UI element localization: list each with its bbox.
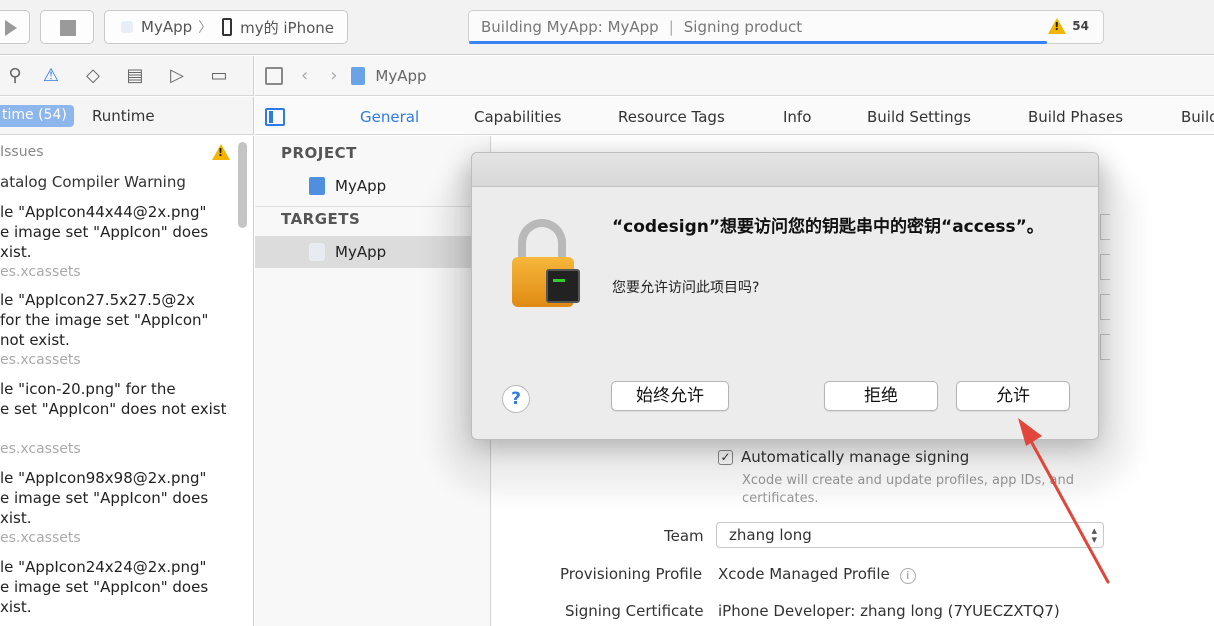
allow-button[interactable]: 允许 bbox=[956, 381, 1070, 411]
breakpoint-navigator-icon[interactable]: ▷ bbox=[156, 65, 198, 86]
build-progress-bar bbox=[469, 41, 1047, 44]
xcodeproj-icon bbox=[309, 177, 325, 195]
issues-header: Issues bbox=[0, 144, 44, 160]
issue-navigator-icon[interactable]: ⚠ bbox=[30, 65, 72, 86]
issue-list: Issues atalog Compiler Warning le "AppIc… bbox=[0, 136, 254, 626]
issue-filter-tabs: time (54) Runtime bbox=[0, 97, 254, 135]
keychain-lock-icon bbox=[512, 217, 582, 307]
scheme-app-name: MyApp bbox=[141, 18, 193, 36]
search-icon[interactable]: ⚲ bbox=[0, 65, 30, 86]
cert-label: Signing Certificate bbox=[565, 602, 704, 620]
play-icon bbox=[5, 20, 17, 36]
project-section-label: PROJECT bbox=[281, 144, 357, 162]
tab-build-phases[interactable]: Build Phases bbox=[1028, 108, 1123, 126]
scheme-device-name: my的 iPhone bbox=[240, 18, 335, 37]
warning-icon bbox=[212, 144, 230, 160]
tab-info[interactable]: Info bbox=[783, 108, 811, 126]
app-target-icon bbox=[309, 243, 325, 261]
always-allow-button[interactable]: 始终允许 bbox=[611, 381, 729, 411]
scheme-selector[interactable]: MyApp 〉 my的 iPhone bbox=[104, 10, 348, 44]
app-icon bbox=[121, 21, 133, 33]
issue-list-scrollbar[interactable] bbox=[238, 142, 247, 228]
dialog-titlebar bbox=[472, 153, 1098, 187]
list-item[interactable]: le "icon-20.png" for the e set "AppIcon" … bbox=[0, 379, 232, 459]
related-items-icon[interactable] bbox=[265, 66, 283, 85]
breadcrumb[interactable]: MyApp bbox=[375, 67, 426, 85]
team-label: Team bbox=[664, 527, 704, 545]
project-file-icon bbox=[351, 66, 366, 85]
report-navigator-icon[interactable]: ▭ bbox=[198, 65, 240, 86]
activity-status: Building MyApp: MyApp | Signing product bbox=[481, 18, 803, 36]
tab-resource-tags[interactable]: Resource Tags bbox=[618, 108, 725, 126]
help-button[interactable]: ? bbox=[502, 385, 530, 413]
issue-category[interactable]: atalog Compiler Warning bbox=[0, 173, 186, 191]
sidebar-toggle-icon[interactable] bbox=[265, 108, 285, 126]
tab-build-rules[interactable]: Build bbox=[1181, 108, 1214, 126]
list-item[interactable]: le "AppIcon44x44@2x.png" e image set "App… bbox=[0, 202, 232, 282]
dialog-message: 您要允许访问此项目吗? bbox=[612, 280, 760, 296]
forward-arrow-icon[interactable]: › bbox=[330, 65, 337, 86]
activity-view: Building MyApp: MyApp|Signing product 54 bbox=[468, 10, 1104, 44]
cert-value: iPhone Developer: zhang long (7YUECZXTQ7… bbox=[718, 602, 1060, 620]
tab-runtime[interactable]: Runtime bbox=[92, 107, 155, 125]
targets-section-label: TARGETS bbox=[281, 210, 361, 228]
tab-buildtime[interactable]: time (54) bbox=[0, 105, 74, 127]
list-item[interactable]: le "AppIcon98x98@2x.png" e image set "App… bbox=[0, 468, 232, 548]
test-navigator-icon[interactable]: ◇ bbox=[72, 65, 114, 86]
dialog-title: “codesign”想要访问您的钥匙串中的密钥“access”。 bbox=[612, 217, 1044, 237]
tab-capabilities[interactable]: Capabilities bbox=[474, 108, 562, 126]
stop-icon bbox=[60, 20, 76, 36]
tab-build-settings[interactable]: Build Settings bbox=[867, 108, 971, 126]
debug-navigator-icon[interactable]: ▤ bbox=[114, 65, 156, 86]
updown-chevron-icon: ▴ ▾ bbox=[1091, 524, 1097, 546]
list-item[interactable]: le "AppIcon27.5x27.5@2x for the image se… bbox=[0, 290, 232, 370]
xcode-toolbar: MyApp 〉 my的 iPhone Building MyApp: MyApp… bbox=[0, 0, 1214, 55]
run-button[interactable] bbox=[0, 10, 30, 44]
jump-bar: ‹ › MyApp bbox=[255, 56, 1214, 96]
info-icon[interactable]: i bbox=[899, 568, 916, 584]
team-select[interactable]: zhang long ▴ ▾ bbox=[716, 522, 1104, 548]
profile-value: Xcode Managed Profile i bbox=[718, 565, 916, 584]
chevron-right-icon: 〉 bbox=[198, 20, 213, 36]
tab-general[interactable]: General bbox=[360, 108, 419, 126]
iphone-icon bbox=[222, 18, 233, 36]
stop-button[interactable] bbox=[40, 10, 94, 44]
keychain-access-dialog: “codesign”想要访问您的钥匙串中的密钥“access”。 您要允许访问此… bbox=[471, 152, 1099, 440]
warning-count-badge[interactable]: 54 bbox=[1048, 18, 1089, 34]
terminal-icon bbox=[546, 269, 580, 303]
navigator-selector-bar: ⚲ ⚠ ◇ ▤ ▷ ▭ bbox=[0, 56, 254, 96]
back-arrow-icon[interactable]: ‹ bbox=[301, 65, 308, 86]
deny-button[interactable]: 拒绝 bbox=[824, 381, 938, 411]
project-editor-tabs: General Capabilities Resource Tags Info … bbox=[255, 97, 1214, 135]
profile-label: Provisioning Profile bbox=[560, 565, 703, 583]
list-item[interactable]: le "AppIcon24x24@2x.png" e image set "App… bbox=[0, 557, 232, 617]
warning-icon bbox=[1048, 18, 1067, 34]
